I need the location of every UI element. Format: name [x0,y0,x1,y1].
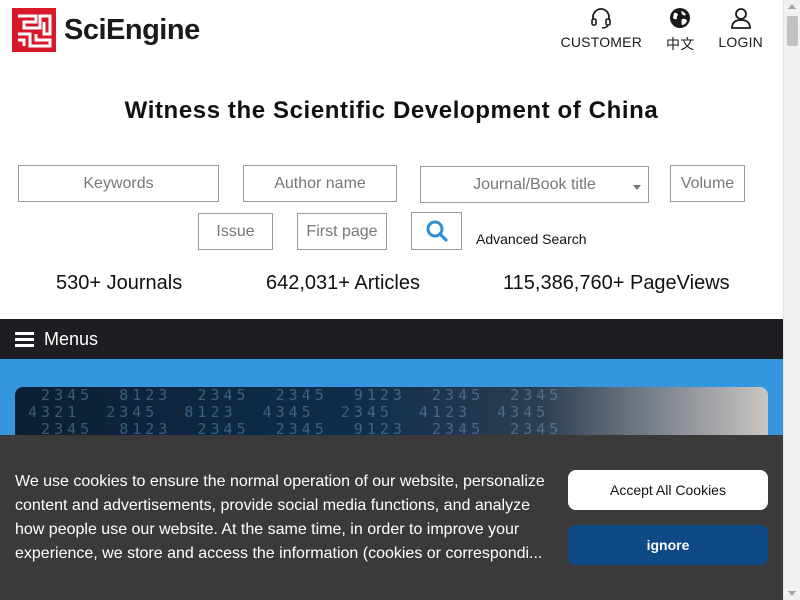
advanced-search-link[interactable]: Advanced Search [476,231,587,247]
keywords-input[interactable] [18,165,219,202]
site-header: SciEngine CUSTOMER 中文 LOGIN [0,0,783,60]
accept-all-cookies-button[interactable]: Accept All Cookies [568,470,768,510]
user-icon [730,8,751,29]
page-title: Witness the Scientific Development of Ch… [124,97,659,124]
cookie-message-line: experience, we store and access the info… [15,545,543,562]
volume-input[interactable] [670,165,745,202]
cookie-message-line: content and advertisements, provide soci… [15,497,530,514]
issue-input[interactable] [198,213,273,250]
login-link[interactable]: LOGIN [718,6,763,54]
page-scrollbar[interactable] [783,0,800,600]
customer-label: CUSTOMER [560,34,643,50]
login-label: LOGIN [718,34,763,50]
menu-label: Menus [44,328,99,349]
caret-down-icon [633,185,641,190]
brand-name: SciEngine [64,13,200,46]
menu-toggle[interactable]: Menus [0,319,783,359]
customer-link[interactable]: CUSTOMER [561,6,642,54]
hamburger-icon [15,331,34,347]
top-actions: CUSTOMER 中文 LOGIN [537,6,763,54]
search-button[interactable] [411,212,462,250]
articles-count: 642,031+ Articles [266,272,420,294]
headset-icon [591,8,612,29]
cookie-message-line: how people use our website. At the same … [15,521,520,538]
scroll-down-arrow-icon[interactable] [788,591,796,596]
author-name-input[interactable] [243,165,397,202]
cookie-message: We use cookies to ensure the normal oper… [15,470,555,566]
journal-book-select-label: Journal/Book title [473,175,596,193]
site-logo[interactable]: SciEngine [10,6,200,54]
ignore-cookies-button[interactable]: ignore [568,525,768,565]
journals-count: 530+ Journals [56,272,183,294]
cookie-message-line: We use cookies to ensure the normal oper… [15,473,545,490]
journal-book-select[interactable]: Journal/Book title [420,166,649,203]
cookie-consent-banner: We use cookies to ensure the normal oper… [0,435,783,600]
search-icon [426,220,448,242]
pageviews-count: 115,386,760+ PageViews [503,272,730,294]
scroll-up-arrow-icon[interactable] [788,4,796,9]
first-page-input[interactable] [297,213,387,250]
globe-icon [670,8,691,28]
scrollbar-thumb[interactable] [787,16,798,46]
language-label: 中文 [666,36,695,52]
language-link[interactable]: 中文 [666,6,694,54]
sciengine-logo-icon [12,8,56,52]
